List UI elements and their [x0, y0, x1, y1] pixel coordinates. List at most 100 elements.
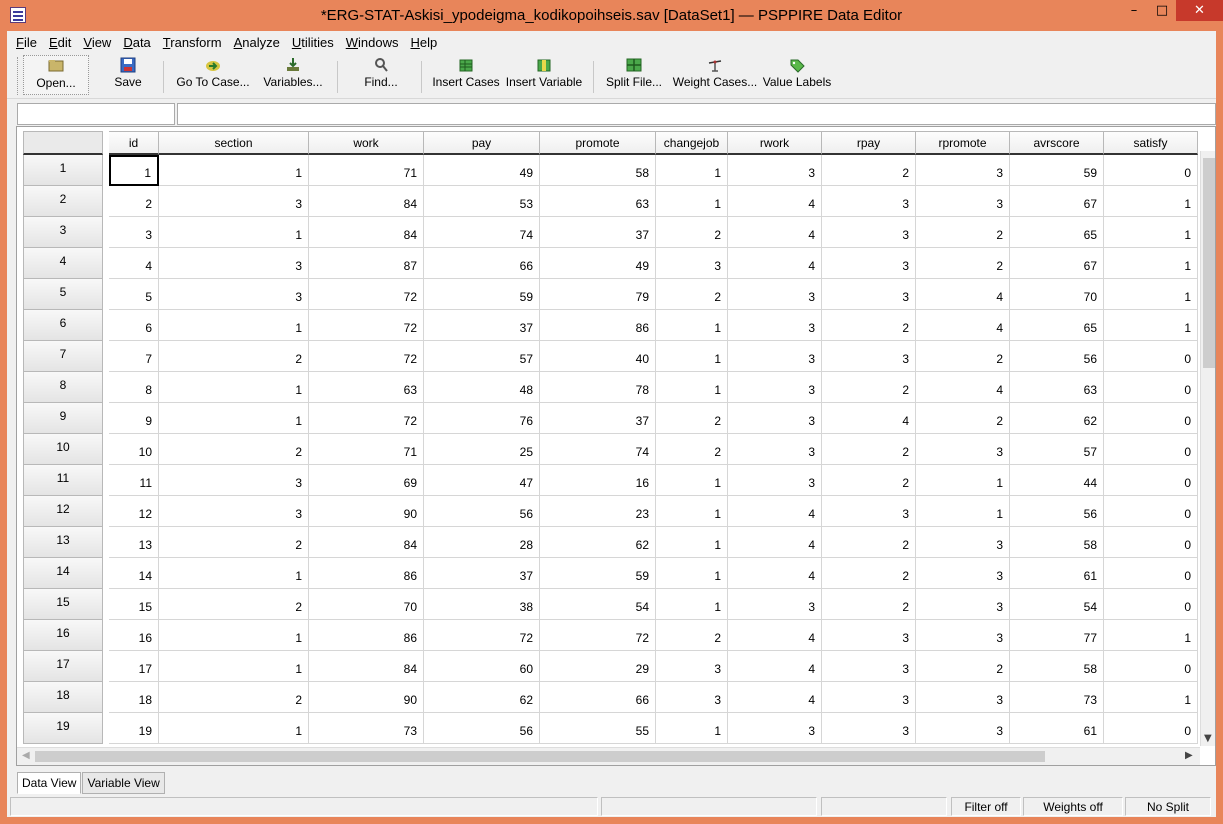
- cell-satisfy[interactable]: 0: [1104, 341, 1198, 372]
- scroll-left-icon[interactable]: ◀: [22, 750, 30, 761]
- cell-rpay[interactable]: 3: [822, 248, 916, 279]
- cell-section[interactable]: 1: [159, 155, 309, 186]
- row-header[interactable]: 9: [23, 403, 103, 434]
- cell-rpromote[interactable]: 3: [916, 620, 1010, 651]
- cell-id[interactable]: 8: [109, 372, 159, 403]
- cell-rpromote[interactable]: 2: [916, 651, 1010, 682]
- cell-rpay[interactable]: 3: [822, 341, 916, 372]
- cell-id[interactable]: 19: [109, 713, 159, 744]
- insert-variable-button[interactable]: Insert Variable: [503, 55, 585, 95]
- grid-corner[interactable]: [23, 131, 103, 155]
- cell-promote[interactable]: 16: [540, 465, 656, 496]
- cell-rpromote[interactable]: 4: [916, 310, 1010, 341]
- cell-section[interactable]: 1: [159, 403, 309, 434]
- cell-promote[interactable]: 49: [540, 248, 656, 279]
- cell-rpromote[interactable]: 2: [916, 248, 1010, 279]
- row-header[interactable]: 7: [23, 341, 103, 372]
- scroll-down-icon[interactable]: ▼: [1204, 733, 1212, 744]
- cell-id[interactable]: 12: [109, 496, 159, 527]
- row-header[interactable]: 11: [23, 465, 103, 496]
- cell-satisfy[interactable]: 0: [1104, 403, 1198, 434]
- cell-id[interactable]: 6: [109, 310, 159, 341]
- cell-section[interactable]: 3: [159, 186, 309, 217]
- cell-changejob[interactable]: 1: [656, 589, 728, 620]
- row-header[interactable]: 2: [23, 186, 103, 217]
- cell-promote[interactable]: 86: [540, 310, 656, 341]
- cell-work[interactable]: 90: [309, 496, 424, 527]
- cell-section[interactable]: 1: [159, 372, 309, 403]
- cell-rwork[interactable]: 3: [728, 589, 822, 620]
- cell-section[interactable]: 2: [159, 434, 309, 465]
- column-header-rpromote[interactable]: rpromote: [916, 131, 1010, 155]
- cell-section[interactable]: 3: [159, 248, 309, 279]
- cell-changejob[interactable]: 2: [656, 217, 728, 248]
- minimize-button[interactable]: –: [1120, 0, 1148, 21]
- cell-pay[interactable]: 72: [424, 620, 540, 651]
- cell-id[interactable]: 15: [109, 589, 159, 620]
- row-header[interactable]: 19: [23, 713, 103, 744]
- cell-avrscore[interactable]: 65: [1010, 217, 1104, 248]
- cell-rwork[interactable]: 3: [728, 155, 822, 186]
- cell-satisfy[interactable]: 0: [1104, 713, 1198, 744]
- cell-rpay[interactable]: 2: [822, 465, 916, 496]
- cell-promote[interactable]: 66: [540, 682, 656, 713]
- menu-transform[interactable]: Transform: [163, 35, 222, 50]
- cell-avrscore[interactable]: 56: [1010, 341, 1104, 372]
- cell-work[interactable]: 84: [309, 651, 424, 682]
- cell-id[interactable]: 4: [109, 248, 159, 279]
- goto-case-button[interactable]: Go To Case...: [173, 55, 253, 95]
- cell-avrscore[interactable]: 57: [1010, 434, 1104, 465]
- cell-value-field[interactable]: [177, 103, 1216, 125]
- cell-rwork[interactable]: 3: [728, 465, 822, 496]
- cell-rpay[interactable]: 2: [822, 527, 916, 558]
- cell-work[interactable]: 69: [309, 465, 424, 496]
- tab-data-view[interactable]: Data View: [17, 772, 82, 794]
- vertical-scroll-thumb[interactable]: [1203, 158, 1215, 368]
- cell-promote[interactable]: 72: [540, 620, 656, 651]
- cell-avrscore[interactable]: 70: [1010, 279, 1104, 310]
- cell-rwork[interactable]: 4: [728, 248, 822, 279]
- cell-changejob[interactable]: 2: [656, 403, 728, 434]
- cell-rpay[interactable]: 2: [822, 310, 916, 341]
- menu-data[interactable]: Data: [123, 35, 150, 50]
- menu-utilities[interactable]: Utilities: [292, 35, 334, 50]
- cell-rwork[interactable]: 4: [728, 620, 822, 651]
- cell-changejob[interactable]: 1: [656, 372, 728, 403]
- cell-id[interactable]: 13: [109, 527, 159, 558]
- menu-file[interactable]: File: [16, 35, 37, 50]
- cell-rpay[interactable]: 3: [822, 496, 916, 527]
- toolbar-grip[interactable]: [17, 57, 20, 95]
- cell-section[interactable]: 2: [159, 341, 309, 372]
- cell-pay[interactable]: 56: [424, 713, 540, 744]
- cell-satisfy[interactable]: 0: [1104, 651, 1198, 682]
- value-labels-button[interactable]: Value Labels: [761, 55, 833, 95]
- cell-satisfy[interactable]: 0: [1104, 434, 1198, 465]
- column-header-work[interactable]: work: [309, 131, 424, 155]
- cell-avrscore[interactable]: 58: [1010, 527, 1104, 558]
- cell-id[interactable]: 3: [109, 217, 159, 248]
- cell-work[interactable]: 84: [309, 217, 424, 248]
- cell-satisfy[interactable]: 1: [1104, 217, 1198, 248]
- cell-promote[interactable]: 58: [540, 155, 656, 186]
- cell-changejob[interactable]: 1: [656, 186, 728, 217]
- cell-rpay[interactable]: 2: [822, 155, 916, 186]
- save-button[interactable]: Save: [107, 55, 149, 95]
- cell-id[interactable]: 9: [109, 403, 159, 434]
- cell-promote[interactable]: 79: [540, 279, 656, 310]
- cell-id[interactable]: 2: [109, 186, 159, 217]
- cell-changejob[interactable]: 1: [656, 558, 728, 589]
- cell-rwork[interactable]: 3: [728, 372, 822, 403]
- cell-rpromote[interactable]: 4: [916, 279, 1010, 310]
- cell-rpromote[interactable]: 3: [916, 527, 1010, 558]
- cell-work[interactable]: 72: [309, 279, 424, 310]
- column-header-promote[interactable]: promote: [540, 131, 656, 155]
- cell-satisfy[interactable]: 1: [1104, 620, 1198, 651]
- cell-rpay[interactable]: 3: [822, 620, 916, 651]
- cell-work[interactable]: 84: [309, 527, 424, 558]
- cell-avrscore[interactable]: 73: [1010, 682, 1104, 713]
- cell-rwork[interactable]: 4: [728, 496, 822, 527]
- row-header[interactable]: 12: [23, 496, 103, 527]
- cell-promote[interactable]: 54: [540, 589, 656, 620]
- cell-satisfy[interactable]: 1: [1104, 682, 1198, 713]
- cell-promote[interactable]: 63: [540, 186, 656, 217]
